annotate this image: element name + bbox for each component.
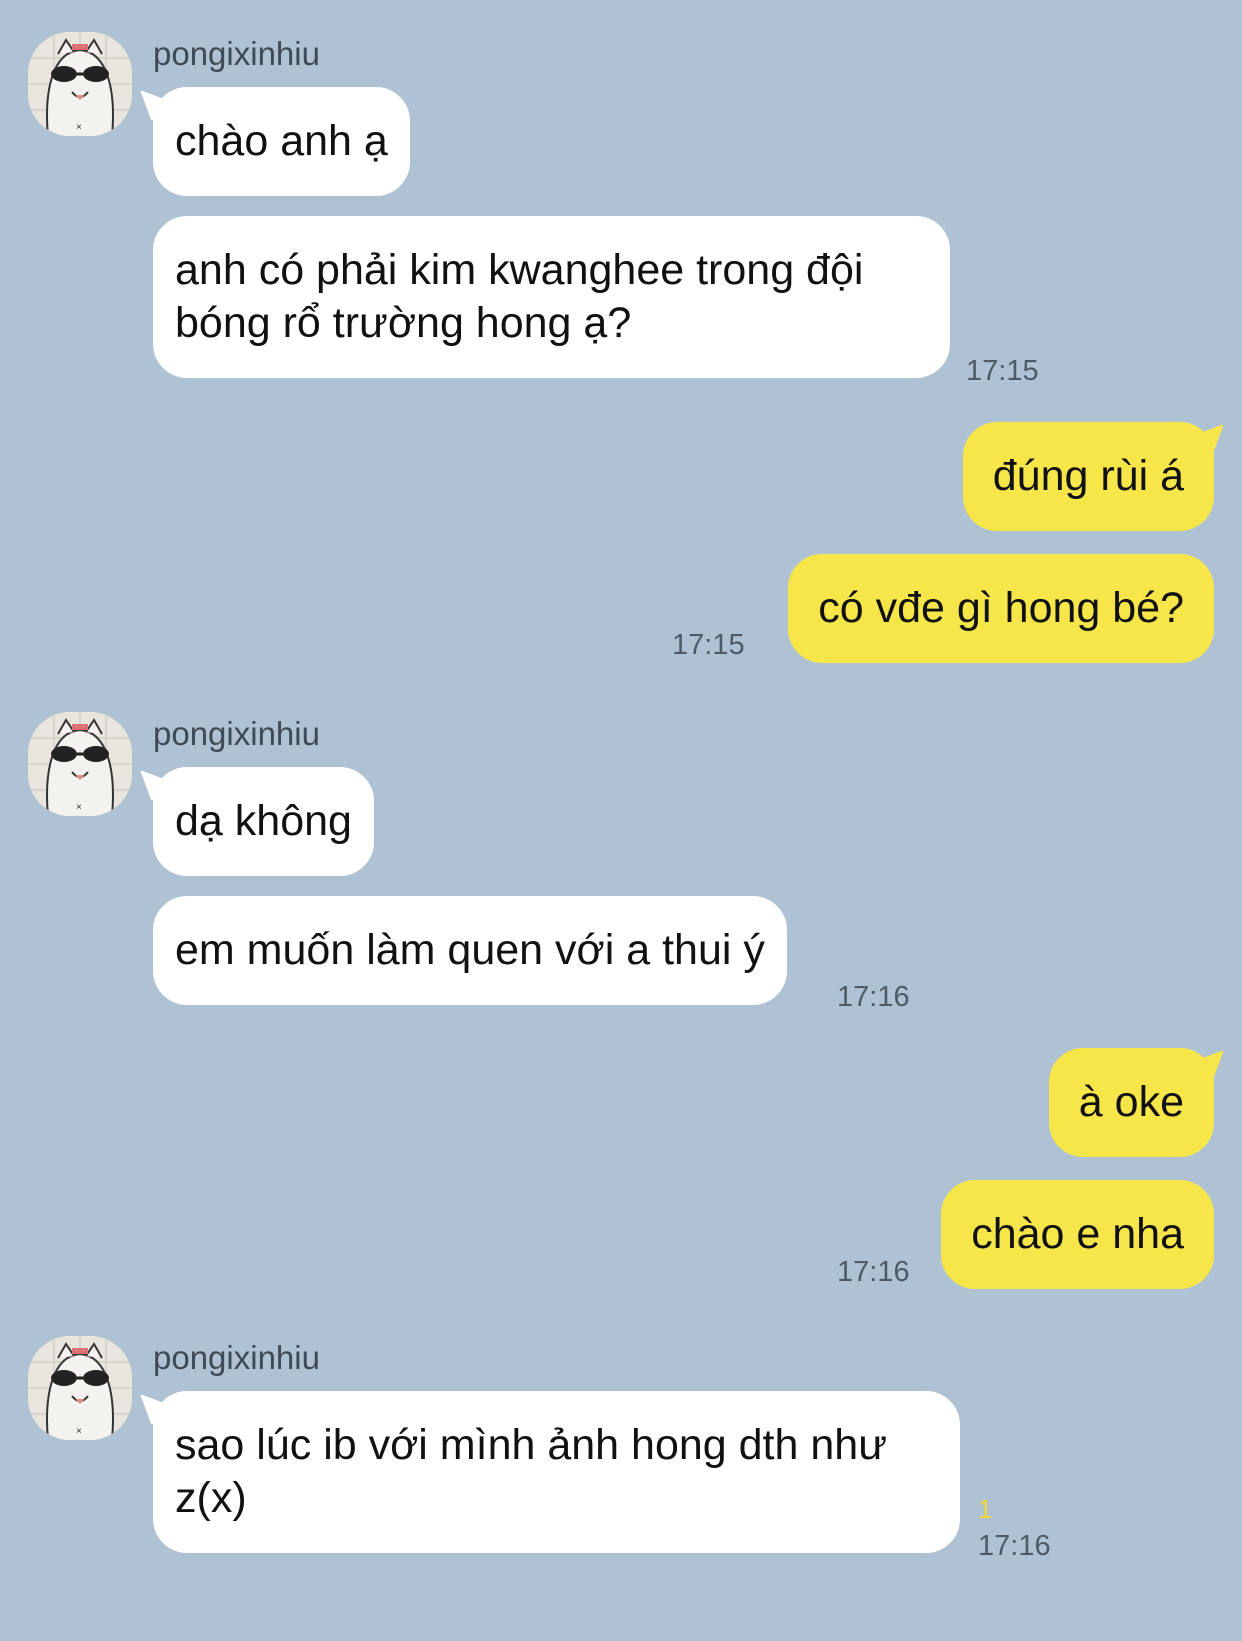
outgoing-message[interactable]: à oke bbox=[1048, 1048, 1214, 1157]
avatar[interactable]: × bbox=[28, 712, 132, 816]
outgoing-message[interactable]: chào e nha bbox=[941, 1180, 1214, 1289]
message-text: có vđe gì hong bé? bbox=[818, 584, 1184, 632]
outgoing-message[interactable]: có vđe gì hong bé? bbox=[788, 554, 1214, 663]
message-time: 17:16 bbox=[978, 1530, 1051, 1562]
incoming-message[interactable]: em muốn làm quen với a thui ý bbox=[153, 896, 787, 1005]
message-time: 17:15 bbox=[672, 629, 745, 661]
cat-avatar-icon: × bbox=[28, 712, 132, 816]
sender-name: pongixinhiu bbox=[153, 715, 320, 752]
message-text: đúng rùi á bbox=[992, 452, 1184, 500]
message-text: anh có phải kim kwanghee trong đội bbox=[175, 246, 864, 294]
incoming-message[interactable]: anh có phải kim kwanghee trong đội bóng … bbox=[153, 216, 950, 378]
sender-name: pongixinhiu bbox=[153, 35, 320, 72]
svg-text:×: × bbox=[76, 802, 82, 813]
svg-text:×: × bbox=[76, 122, 82, 133]
unread-count: 1 bbox=[978, 1494, 993, 1524]
cat-avatar-icon: × bbox=[28, 32, 132, 136]
message-text: chào e nha bbox=[971, 1210, 1184, 1258]
sender-name: pongixinhiu bbox=[153, 1339, 320, 1376]
message-text: dạ không bbox=[175, 797, 352, 845]
incoming-message[interactable]: dạ không bbox=[153, 767, 374, 876]
svg-text:×: × bbox=[76, 1426, 82, 1437]
avatar[interactable]: × bbox=[28, 32, 132, 136]
outgoing-message[interactable]: đúng rùi á bbox=[962, 422, 1214, 531]
avatar[interactable]: × bbox=[28, 1336, 132, 1440]
message-text: sao lúc ib với mình ảnh hong dth như bbox=[175, 1421, 887, 1469]
cat-avatar-icon: × bbox=[28, 1336, 132, 1440]
message-text: em muốn làm quen với a thui ý bbox=[175, 926, 765, 974]
incoming-message[interactable]: sao lúc ib với mình ảnh hong dth như z(x… bbox=[153, 1391, 960, 1553]
message-text: chào anh ạ bbox=[175, 117, 388, 165]
message-text: z(x) bbox=[175, 1474, 247, 1522]
message-time: 17:16 bbox=[837, 981, 910, 1013]
message-text: bóng rổ trường hong ạ? bbox=[175, 299, 632, 347]
message-time: 17:15 bbox=[966, 355, 1039, 387]
incoming-message[interactable]: chào anh ạ bbox=[153, 87, 410, 196]
message-time: 17:16 bbox=[837, 1256, 910, 1288]
message-text: à oke bbox=[1078, 1078, 1184, 1126]
